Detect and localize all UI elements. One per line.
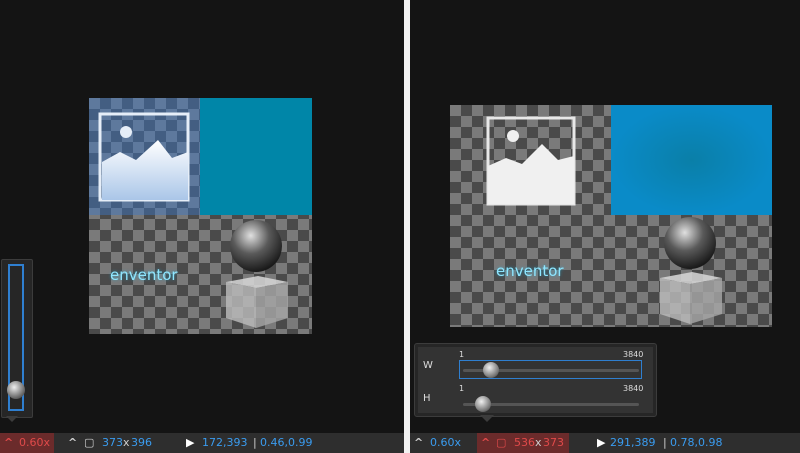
size-adjust-popup: W H 1 3840 1 3840 [414,343,657,417]
left-preview-pane: enventor ^ 0.60x ^ ▢ 373 x 396 ▶ 172,393… [0,0,404,453]
resize-icon: ▢ [84,436,95,449]
width-label: W [423,360,433,371]
zoom-button[interactable]: ^ 0.60x [410,433,466,453]
size-x: x [535,436,542,449]
size-height: 396 [131,436,152,449]
image-placeholder-icon [486,116,576,206]
size-button[interactable]: ^ ▢ 536 x 373 [477,433,569,453]
zoom-button[interactable]: ^ 0.60x [0,433,54,453]
height-label: H [423,393,431,404]
zoom-value: 0.60x [430,436,462,449]
enventor-text: enventor [496,262,564,280]
teal-rectangle[interactable] [611,105,772,215]
popup-pointer [480,415,494,422]
chevron-up-icon: ^ [481,436,491,449]
status-bar: ^ 0.60x ^ ▢ 536 x 373 ▶ 291,389 | 0.78,0… [410,433,800,453]
cube-object [660,272,722,324]
cursor-position: 172,393 [202,436,248,449]
right-preview-pane: enventor W H 1 3840 1 3840 ^ 0.60x ^ ▢ 5… [410,0,800,453]
relative-position: 0.46,0.99 [260,436,313,449]
size-height: 373 [543,436,564,449]
size-button[interactable]: ^ ▢ 373 x 396 [64,433,164,453]
zoom-value: 0.60x [19,436,51,449]
relative-position: 0.78,0.98 [670,436,723,449]
chevron-up-icon: ^ [414,436,424,449]
height-min: 1 [459,384,465,393]
resize-icon: ▢ [496,436,507,449]
image-placeholder-icon [98,112,190,202]
size-width: 373 [102,436,123,449]
cursor-icon: ▶ [186,436,195,449]
sphere-object [230,220,282,272]
width-min: 1 [459,350,465,359]
height-slider-knob[interactable] [475,396,491,412]
teal-rectangle[interactable] [200,98,312,215]
size-width: 536 [514,436,535,449]
chevron-up-icon: ^ [4,436,14,449]
width-slider-knob[interactable] [483,362,499,378]
status-separator: | [663,436,667,449]
cursor-icon: ▶ [597,436,606,449]
width-max: 3840 [623,350,644,359]
zoom-slider-knob[interactable] [7,381,25,399]
popup-pointer [6,416,18,422]
enventor-text: enventor [110,266,178,284]
sphere-object [664,217,716,269]
status-bar: ^ 0.60x ^ ▢ 373 x 396 ▶ 172,393 | 0.46,0… [0,433,404,453]
cube-object [226,276,288,328]
size-x: x [123,436,130,449]
height-max: 3840 [623,384,644,393]
chevron-up-icon: ^ [68,436,78,449]
cursor-position: 291,389 [610,436,656,449]
status-separator: | [253,436,257,449]
